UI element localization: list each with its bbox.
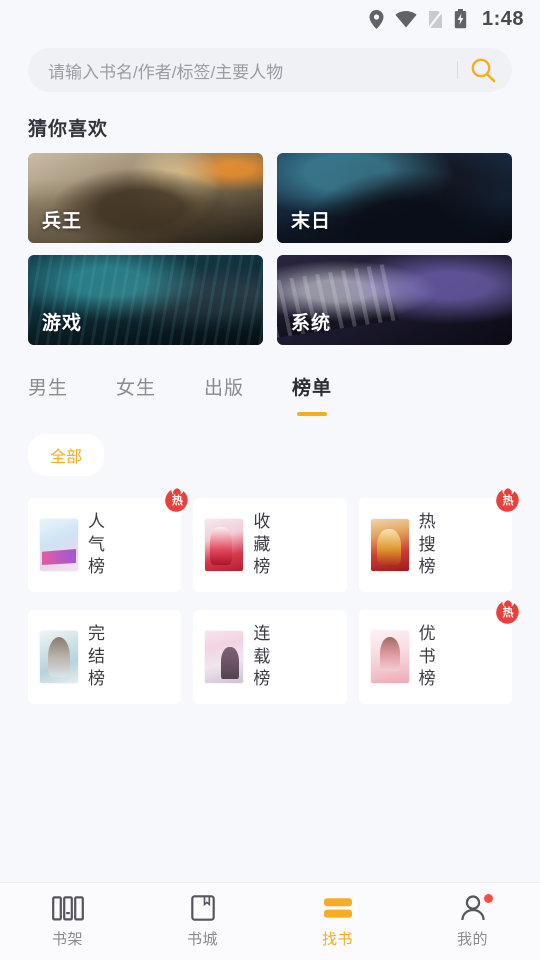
hot-badge-label: 热 (502, 606, 514, 619)
tab-ranking[interactable]: 榜单 (292, 373, 332, 416)
bookshelf-icon (51, 895, 84, 921)
nav-item-bookstore[interactable]: 书城 (135, 883, 270, 960)
nav-label: 书架 (51, 930, 83, 948)
nav-label: 我的 (456, 930, 488, 948)
book-cover-thumbnail (40, 519, 78, 571)
rank-card-popularity[interactable]: 人气榜 热 (28, 488, 189, 592)
sim-off-icon (427, 9, 443, 29)
status-bar: 1:48 (0, 0, 540, 38)
hot-badge-label: 热 (171, 494, 183, 507)
hot-badge: 热 (163, 487, 191, 515)
recommend-title: 猜你喜欢 (28, 119, 109, 140)
nav-item-find-book[interactable]: 找书 (270, 883, 405, 960)
category-tabs: 男生 女生 出版 榜单 (0, 345, 540, 416)
search-input[interactable]: 请输入书名/作者/标签/主要人物 (48, 58, 453, 83)
notification-badge-dot (483, 893, 493, 903)
book-cover-thumbnail (205, 631, 244, 683)
hot-badge: 热 (494, 599, 522, 627)
person-icon (460, 893, 493, 921)
rank-card-recommended[interactable]: 优书榜 热 (358, 600, 519, 704)
book-cover-thumbnail (370, 519, 409, 571)
nav-item-bookshelf[interactable]: 书架 (0, 883, 135, 960)
tab-label: 榜单 (292, 378, 333, 399)
hot-badge-label: 热 (502, 494, 514, 507)
book-cover-thumbnail (205, 519, 244, 571)
status-bar-clock: 1:48 (481, 7, 524, 30)
rank-card-label: 热搜榜 (418, 512, 437, 577)
tab-active-underline (297, 412, 328, 416)
search-icon[interactable] (470, 57, 496, 83)
rank-card-completed[interactable]: 完结榜 (28, 610, 182, 704)
tab-label: 出版 (204, 378, 245, 399)
tab-label: 男生 (28, 378, 69, 399)
nav-label: 书城 (186, 930, 218, 948)
tab-male[interactable]: 男生 (28, 373, 68, 416)
rank-card-hot-search[interactable]: 热搜榜 热 (358, 488, 519, 592)
search-section: 请输入书名/作者/标签/主要人物 (0, 38, 540, 92)
recommend-banner-grid: 兵王 末日 游戏 系统 (0, 153, 540, 345)
filter-chip-row: 全部 (0, 416, 540, 476)
tab-female[interactable]: 女生 (116, 373, 156, 416)
rank-card-grid: 人气榜 热 收藏榜 热搜榜 热 完结榜 连载榜 优书榜 热 (0, 476, 540, 704)
location-pin-icon (369, 9, 384, 29)
filter-chip-all[interactable]: 全部 (28, 434, 105, 476)
book-icon (190, 894, 215, 921)
rank-card-label: 连载榜 (253, 624, 271, 689)
rank-card-collection[interactable]: 收藏榜 (193, 498, 347, 592)
bottom-navigation: 书架 书城 找书 我的 (0, 882, 540, 960)
banner-card[interactable]: 兵王 (28, 153, 263, 243)
rank-card-label: 完结榜 (88, 624, 106, 689)
rank-card-label: 人气榜 (88, 512, 106, 577)
rank-card-label: 优书榜 (418, 624, 437, 689)
wifi-icon (395, 10, 417, 28)
rank-card-serialized[interactable]: 连载榜 (193, 610, 347, 704)
banner-card[interactable]: 末日 (277, 153, 512, 243)
battery-charging-icon (454, 9, 467, 29)
banner-label: 末日 (291, 211, 332, 232)
banner-label: 游戏 (42, 313, 83, 334)
banner-label: 兵王 (42, 211, 83, 232)
hot-badge: 热 (494, 487, 522, 515)
banner-label: 系统 (291, 313, 332, 334)
rank-card-label: 收藏榜 (253, 512, 271, 577)
book-cover-thumbnail (370, 631, 409, 683)
search-bar[interactable]: 请输入书名/作者/标签/主要人物 (28, 48, 512, 92)
nav-label: 找书 (321, 930, 353, 948)
banner-card[interactable]: 系统 (277, 255, 512, 345)
nav-item-profile[interactable]: 我的 (405, 883, 540, 960)
banner-card[interactable]: 游戏 (28, 255, 263, 345)
book-cover-thumbnail (40, 631, 78, 683)
tab-label: 女生 (116, 378, 157, 399)
search-divider (457, 61, 458, 79)
list-icon (322, 895, 354, 921)
tab-publish[interactable]: 出版 (204, 373, 244, 416)
